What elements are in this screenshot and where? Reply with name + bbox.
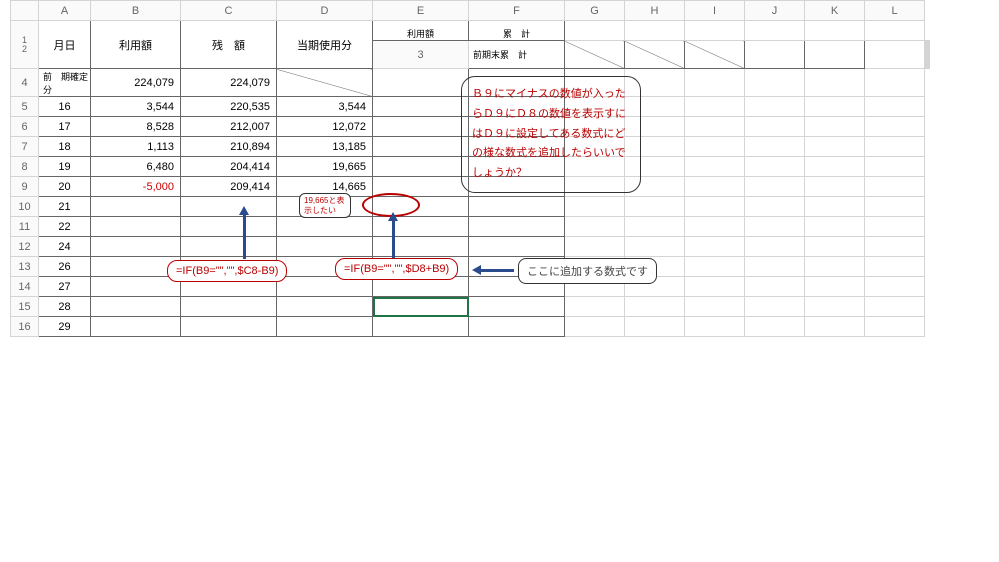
col-header-D[interactable]: D bbox=[277, 1, 373, 21]
cell-D1[interactable]: 当期使用分 bbox=[277, 21, 373, 69]
cell-F3[interactable] bbox=[805, 41, 865, 69]
cell-A16[interactable]: 29 bbox=[39, 317, 91, 337]
cell-B5[interactable]: 3,544 bbox=[91, 97, 181, 117]
col-header-F[interactable]: F bbox=[469, 1, 565, 21]
cell-K1[interactable] bbox=[805, 21, 865, 41]
cell-A10[interactable]: 21 bbox=[39, 197, 91, 217]
cell-B4[interactable]: 224,079 bbox=[91, 69, 181, 97]
col-header-G[interactable]: G bbox=[565, 1, 625, 21]
row-header-16[interactable]: 16 bbox=[11, 317, 39, 337]
cell-A6[interactable]: 17 bbox=[39, 117, 91, 137]
cell-A7[interactable]: 18 bbox=[39, 137, 91, 157]
row-header-11[interactable]: 11 bbox=[11, 217, 39, 237]
row-header-1-2[interactable]: 12 bbox=[11, 21, 39, 69]
add-formula-note: ここに追加する数式です bbox=[518, 258, 657, 284]
cell-H1[interactable] bbox=[625, 21, 685, 41]
cell-I1[interactable] bbox=[685, 21, 745, 41]
cell-G1[interactable] bbox=[565, 21, 625, 41]
col-header-E[interactable]: E bbox=[373, 1, 469, 21]
cell-B10[interactable] bbox=[91, 197, 181, 217]
cell-A9[interactable]: 20 bbox=[39, 177, 91, 197]
cell-B3[interactable] bbox=[565, 41, 625, 69]
cell-E2[interactable]: 利用額 bbox=[373, 21, 469, 41]
row-header-10[interactable]: 10 bbox=[11, 197, 39, 217]
select-all-corner[interactable] bbox=[11, 1, 39, 21]
cell-A3[interactable]: 前期末累 計 bbox=[469, 41, 565, 69]
cell-D5[interactable]: 3,544 bbox=[277, 97, 373, 117]
cell-B7[interactable]: 1,113 bbox=[91, 137, 181, 157]
cell-E7[interactable] bbox=[373, 137, 469, 157]
cell-C5[interactable]: 220,535 bbox=[181, 97, 277, 117]
cell-A1[interactable]: 月日 bbox=[39, 21, 91, 69]
cell-F10[interactable] bbox=[469, 197, 565, 217]
cell-D7[interactable]: 13,185 bbox=[277, 137, 373, 157]
cell-B9[interactable]: -5,000 bbox=[91, 177, 181, 197]
col-header-I[interactable]: I bbox=[685, 1, 745, 21]
cell-C1[interactable]: 残 額 bbox=[181, 21, 277, 69]
row-header-8[interactable]: 8 bbox=[11, 157, 39, 177]
cell-E15-selected[interactable] bbox=[373, 297, 469, 317]
col-header-B[interactable]: B bbox=[91, 1, 181, 21]
row-header-5[interactable]: 5 bbox=[11, 97, 39, 117]
cell-C7[interactable]: 210,894 bbox=[181, 137, 277, 157]
cell-A11[interactable]: 22 bbox=[39, 217, 91, 237]
cell-E4[interactable] bbox=[373, 69, 469, 97]
cell-A4[interactable]: 前 期確定分 bbox=[39, 69, 91, 97]
row-header-15[interactable]: 15 bbox=[11, 297, 39, 317]
cell-A13[interactable]: 26 bbox=[39, 257, 91, 277]
cell-A14[interactable]: 27 bbox=[39, 277, 91, 297]
row-header-4[interactable]: 4 bbox=[11, 69, 39, 97]
cell-G3[interactable] bbox=[865, 41, 925, 69]
cell-A8[interactable]: 19 bbox=[39, 157, 91, 177]
arrow-to-addhere-icon bbox=[480, 269, 514, 272]
row-header-7[interactable]: 7 bbox=[11, 137, 39, 157]
row-header-13[interactable]: 13 bbox=[11, 257, 39, 277]
cell-D3[interactable] bbox=[685, 41, 745, 69]
cell-L1[interactable] bbox=[865, 21, 925, 41]
cell-C4[interactable]: 224,079 bbox=[181, 69, 277, 97]
cell-E5[interactable] bbox=[373, 97, 469, 117]
cell-B6[interactable]: 8,528 bbox=[91, 117, 181, 137]
col-header-L[interactable]: L bbox=[865, 1, 925, 21]
formula-c-callout: =IF(B9="","",$C8-B9) bbox=[167, 260, 287, 282]
cell-C6[interactable]: 212,007 bbox=[181, 117, 277, 137]
col-header-J[interactable]: J bbox=[745, 1, 805, 21]
question-callout: Ｂ９にマイナスの数値が入ったらＤ９にＤ８の数値を表示すにはＤ９に設定してある数式… bbox=[461, 76, 641, 193]
row-header-3[interactable]: 3 bbox=[373, 41, 469, 69]
formula-d-callout: =IF(B9="","",$D8+B9) bbox=[335, 258, 458, 280]
cell-C8[interactable]: 204,414 bbox=[181, 157, 277, 177]
row-header-9[interactable]: 9 bbox=[11, 177, 39, 197]
col-header-A[interactable]: A bbox=[39, 1, 91, 21]
cell-B1[interactable]: 利用額 bbox=[91, 21, 181, 69]
cell-E6[interactable] bbox=[373, 117, 469, 137]
arrow-to-d9-icon bbox=[392, 220, 395, 259]
cell-D6[interactable]: 12,072 bbox=[277, 117, 373, 137]
cell-A5[interactable]: 16 bbox=[39, 97, 91, 117]
cell-A12[interactable]: 24 bbox=[39, 237, 91, 257]
cell-F2[interactable]: 累 計 bbox=[469, 21, 565, 41]
cell-B8[interactable]: 6,480 bbox=[91, 157, 181, 177]
col-header-K[interactable]: K bbox=[805, 1, 865, 21]
cell-C10[interactable] bbox=[181, 197, 277, 217]
col-header-H[interactable]: H bbox=[625, 1, 685, 21]
cell-D4[interactable] bbox=[277, 69, 373, 97]
cell-A15[interactable]: 28 bbox=[39, 297, 91, 317]
col-header-C[interactable]: C bbox=[181, 1, 277, 21]
cell-E3[interactable] bbox=[745, 41, 805, 69]
cell-C9[interactable]: 209,414 bbox=[181, 177, 277, 197]
row-header-6[interactable]: 6 bbox=[11, 117, 39, 137]
cell-E8[interactable] bbox=[373, 157, 469, 177]
desired-value-note: 19,665と表示したい bbox=[299, 193, 351, 218]
cell-J1[interactable] bbox=[745, 21, 805, 41]
cell-D8[interactable]: 19,665 bbox=[277, 157, 373, 177]
arrow-to-c9-icon bbox=[243, 214, 246, 259]
row-header-12[interactable]: 12 bbox=[11, 237, 39, 257]
row-header-14[interactable]: 14 bbox=[11, 277, 39, 297]
cell-C3[interactable] bbox=[625, 41, 685, 69]
